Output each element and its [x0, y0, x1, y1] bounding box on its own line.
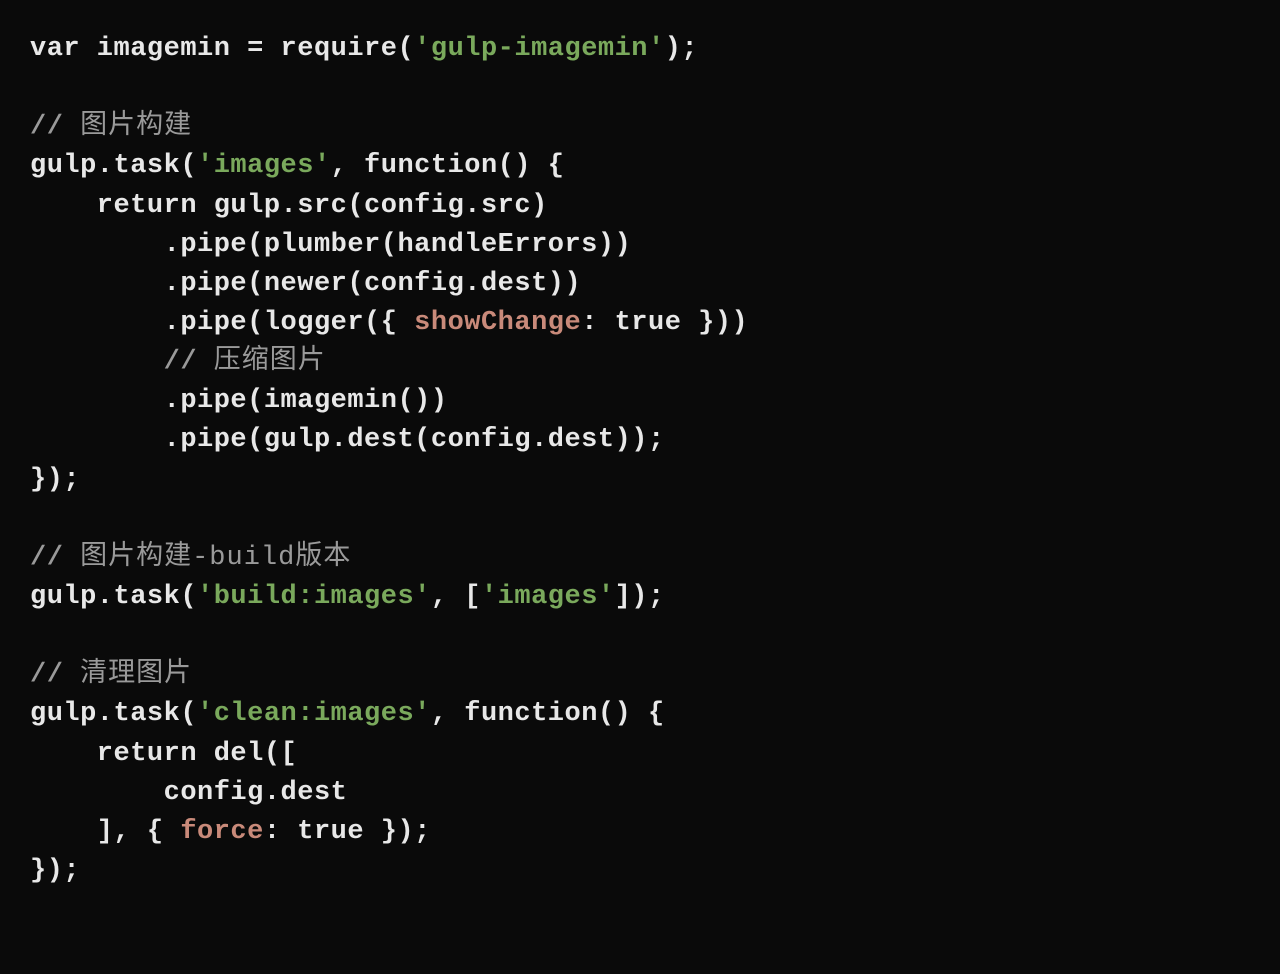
code-line: .pipe(newer(config.dest)) — [30, 269, 581, 299]
property-name: force — [180, 817, 264, 847]
code-token: ); — [665, 34, 698, 64]
code-token: gulp.task( — [30, 151, 197, 181]
code-token: , function() { — [331, 151, 565, 181]
code-token: : true }); — [264, 817, 431, 847]
code-token: gulp.task( — [30, 699, 197, 729]
code-line: }); — [30, 856, 80, 886]
code-line: config.dest — [30, 778, 347, 808]
code-token: gulp.task( — [30, 582, 197, 612]
code-line: }); — [30, 465, 80, 495]
comment: // 图片构建 — [30, 112, 192, 142]
code-token: ]); — [615, 582, 665, 612]
code-token: .pipe(logger({ — [30, 308, 414, 338]
comment: // 清理图片 — [30, 660, 192, 690]
code-block: var imagemin = require('gulp-imagemin');… — [30, 30, 1250, 891]
code-token: , function() { — [431, 699, 665, 729]
comment: // 图片构建-build版本 — [30, 543, 351, 573]
code-token: var imagemin = require( — [30, 34, 414, 64]
comment: // 压缩图片 — [30, 347, 326, 377]
string-literal: 'gulp-imagemin' — [414, 34, 665, 64]
string-literal: 'images' — [481, 582, 615, 612]
code-token: ], { — [30, 817, 180, 847]
property-name: showChange — [414, 308, 581, 338]
string-literal: 'build:images' — [197, 582, 431, 612]
string-literal: 'clean:images' — [197, 699, 431, 729]
code-line: .pipe(imagemin()) — [30, 386, 448, 416]
code-token: , [ — [431, 582, 481, 612]
string-literal: 'images' — [197, 151, 331, 181]
code-line: return gulp.src(config.src) — [30, 191, 548, 221]
code-line: .pipe(plumber(handleErrors)) — [30, 230, 631, 260]
code-line: .pipe(gulp.dest(config.dest)); — [30, 425, 665, 455]
code-token: : true })) — [581, 308, 748, 338]
code-line: return del([ — [30, 739, 297, 769]
